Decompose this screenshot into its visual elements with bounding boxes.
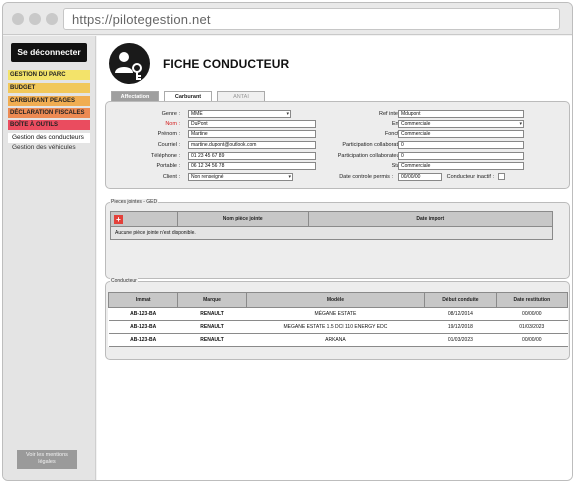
page-title: FICHE CONDUCTEUR (163, 57, 290, 71)
entite-select[interactable]: Commerciale ▾ (398, 120, 524, 128)
row-restitution: 01/03/2023 (496, 320, 568, 334)
menu-boite-outils[interactable]: BOÎTE À OUTILS (8, 120, 90, 130)
legal-mentions-button[interactable]: Voir les mentions légales (17, 450, 77, 469)
date-controle-field[interactable]: 00/00/00 (398, 173, 442, 181)
vehicles-col-marque[interactable]: Marque (177, 292, 247, 308)
menu-budget[interactable]: BUDGET (8, 83, 90, 93)
browser-toolbar: https://pilotegestion.net (3, 3, 572, 35)
nom-label: Nom : (165, 121, 180, 127)
portable-label: Portable : (156, 163, 180, 169)
entite-label: Entité : (321, 121, 409, 127)
participation-field[interactable]: 0 (398, 141, 524, 149)
documents-empty-message: Aucune pièce jointe n'est disponible. (110, 226, 553, 240)
vehicles-table: Immat Marque Modèle Début conduite Date … (107, 292, 569, 347)
row-debut: 19/12/2018 (424, 320, 497, 334)
courriel-field[interactable]: martine.dupont@outlook.com (188, 141, 316, 149)
client-label: Client : (162, 174, 180, 180)
participation-label: Participation collaborateur : (342, 142, 409, 148)
portable-field[interactable]: 06 12 34 56 78 (188, 162, 316, 170)
telephone-field[interactable]: 01 23 45 67 89 (188, 152, 316, 160)
row-modele: MÉGANE ESTATE (246, 307, 425, 321)
row-restitution: 00/00/00 (496, 307, 568, 321)
fonction-field[interactable]: Commerciale (398, 130, 524, 138)
inactive-label: Conducteur inactif : (446, 174, 494, 180)
row-marque: RENAULT (177, 320, 247, 334)
row-debut: 01/03/2023 (424, 333, 497, 347)
tab-antai[interactable]: ANTAI (217, 91, 265, 101)
prenom-label: Prénom : (157, 131, 180, 137)
chevron-down-icon: ▾ (286, 111, 289, 117)
vehicles-panel-title: Conducteur (110, 278, 138, 284)
row-modele: MEGANE ESTATE 1.5 DCI 110 ENERGY EDC (246, 320, 425, 334)
courriel-label: Courriel : (157, 142, 180, 148)
tab-affectation[interactable]: Affectation (111, 91, 159, 101)
add-document-button[interactable]: + (114, 214, 123, 224)
row-immat: AB-123-BA (108, 320, 178, 334)
menu-gestion-parc[interactable]: GESTION DU PARC (8, 70, 90, 80)
documents-add-cell: + (110, 211, 178, 227)
inactive-checkbox[interactable] (498, 173, 505, 180)
vehicles-panel: Conducteur Immat Marque Modèle Début con… (105, 278, 570, 360)
driver-key-icon (109, 43, 150, 84)
documents-col-date[interactable]: Date import (307, 211, 554, 227)
submenu-gestion-vehicules[interactable]: Gestion des véhicules (8, 143, 90, 153)
table-row[interactable]: AB-123-BA RENAULT ARKANA 01/03/2023 00/0… (108, 333, 568, 347)
row-restitution: 00/00/00 (496, 333, 568, 347)
window-maximize-dot[interactable] (46, 13, 58, 25)
table-row[interactable]: AB-123-BA RENAULT MÉGANE ESTATE 08/12/20… (108, 307, 568, 321)
date-controle-label: Date controle permis : (339, 174, 393, 180)
window-minimize-dot[interactable] (29, 13, 41, 25)
row-marque: RENAULT (177, 307, 247, 321)
row-immat: AB-123-BA (108, 333, 178, 347)
submenu-gestion-conducteurs[interactable]: Gestion des conducteurs (8, 133, 90, 143)
menu-declaration-fiscales[interactable]: DÉCLARATION FISCALES (8, 108, 90, 118)
vehicles-col-immat[interactable]: Immat (107, 292, 179, 308)
documents-panel-title: Pieces jointes - GED (110, 199, 159, 205)
main-content: FICHE CONDUCTEUR Affectation Carburant A… (97, 36, 572, 480)
row-debut: 08/12/2014 (424, 307, 497, 321)
vehicles-col-debut[interactable]: Début conduite (424, 292, 497, 308)
nom-field[interactable]: DuPont (188, 120, 316, 128)
documents-col-name[interactable]: Nom pièce jointe (176, 211, 309, 227)
documents-table: + Nom pièce jointe Date import Aucune pi… (110, 211, 554, 240)
tab-carburant[interactable]: Carburant (164, 91, 212, 101)
ref-interne-field[interactable]: Mdupont (398, 110, 524, 118)
genre-label: Genre : (161, 111, 180, 117)
statut-label: Statut : (321, 163, 409, 169)
telephone-label: Téléphone : (150, 153, 180, 159)
fonction-label: Fonction : (384, 131, 409, 137)
row-marque: RENAULT (177, 333, 247, 347)
browser-window: https://pilotegestion.net Se déconnecter… (2, 2, 573, 481)
documents-panel: Pieces jointes - GED + Nom pièce jointe … (105, 199, 570, 279)
ref-interne-label: Ref interne : (379, 111, 409, 117)
row-immat: AB-123-BA (108, 307, 178, 321)
sidebar: Se déconnecter GESTION DU PARC BUDGET CA… (3, 36, 96, 480)
chevron-down-icon: ▾ (288, 174, 291, 180)
vehicles-col-restitution[interactable]: Date restitution (495, 292, 569, 308)
table-row[interactable]: AB-123-BA RENAULT MEGANE ESTATE 1.5 DCI … (108, 320, 568, 334)
genre-select[interactable]: MME ▾ (188, 110, 291, 118)
driver-form-panel: Genre : MME ▾ Nom : DuPont Prénom : Marti… (105, 101, 570, 189)
menu-carburant-peages[interactable]: CARBURANT PEAGES (8, 96, 90, 106)
row-modele: ARKANA (246, 333, 425, 347)
participation-2-field[interactable]: 0 (398, 152, 524, 160)
address-bar[interactable]: https://pilotegestion.net (63, 8, 560, 30)
vehicles-col-modele[interactable]: Modèle (245, 292, 426, 308)
statut-field[interactable]: Commerciale (398, 162, 524, 170)
window-close-dot[interactable] (12, 13, 24, 25)
client-select[interactable]: Non renseigné ▾ (188, 173, 293, 181)
chevron-down-icon: ▾ (519, 121, 522, 127)
participation-2-label: Participation collaborateur 2 : (337, 153, 409, 159)
prenom-field[interactable]: Martine (188, 130, 316, 138)
logout-button[interactable]: Se déconnecter (11, 43, 87, 62)
